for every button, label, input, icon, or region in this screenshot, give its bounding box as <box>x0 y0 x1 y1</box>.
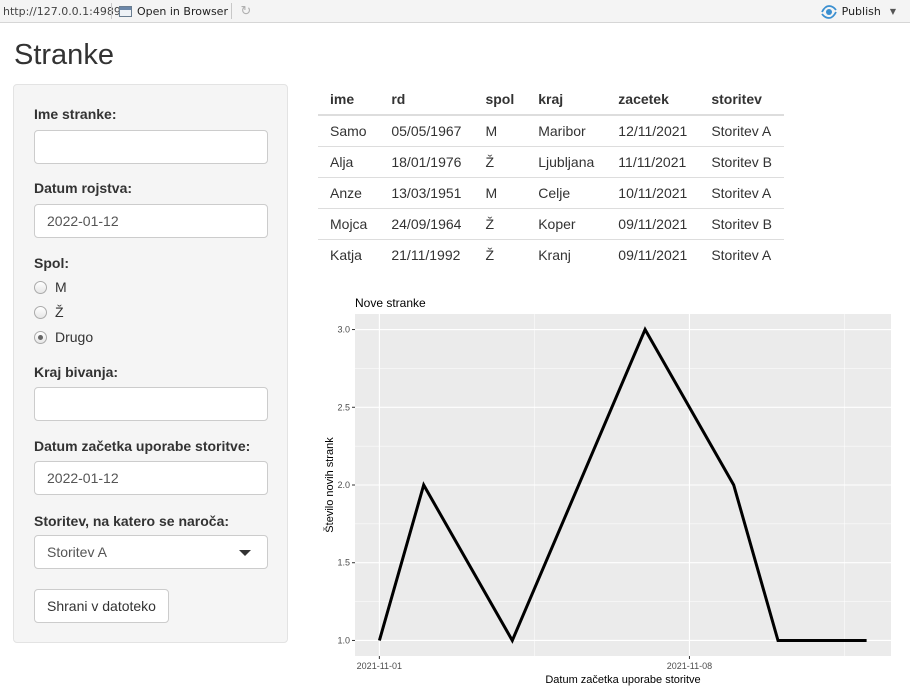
publish-label: Publish <box>841 5 881 18</box>
table-cell: 21/11/1992 <box>391 246 461 263</box>
caret-down-icon[interactable]: ▼ <box>890 7 896 16</box>
table-cell: M <box>473 177 527 209</box>
table-cell: 13/03/1951 <box>379 177 474 209</box>
viewer-url[interactable]: http://127.0.0.1:4989 <box>3 5 121 18</box>
viewer-toolbar: http://127.0.0.1:4989 Open in Browser ↻ … <box>0 0 910 23</box>
table-row: Samo 05/05/1967 M Maribor 12/11/2021 Sto… <box>318 115 785 147</box>
sex-option-label: Drugo <box>55 329 94 345</box>
chevron-down-icon <box>239 550 251 556</box>
y-tick-label: 3.0 <box>337 325 350 335</box>
table-cell: 18/01/1976 <box>379 146 474 178</box>
dob-date-input[interactable]: 2022-01-12 <box>34 204 268 238</box>
table-cell: Storitev B <box>699 208 785 240</box>
radio-button[interactable] <box>34 280 47 294</box>
radio-button[interactable] <box>34 305 47 319</box>
sex-option-m[interactable]: M <box>34 279 67 295</box>
name-input[interactable] <box>34 130 268 164</box>
sex-option-z[interactable]: Ž <box>34 304 64 320</box>
start-date-input[interactable]: 2022-01-12 <box>34 461 268 495</box>
table-cell: Katja <box>330 246 362 263</box>
clients-table: ime rd spol kraj zacetek storitev Samo 0… <box>318 84 785 270</box>
sex-option-label: Ž <box>55 304 64 320</box>
table-cell: 11/11/2021 <box>606 146 700 178</box>
service-selected-value: Storitev A <box>47 544 107 560</box>
dob-label: Datum rojstva: <box>34 180 133 196</box>
x-tick-label: 2021-11-01 <box>357 661 402 671</box>
x-tick-label: 2021-11-08 <box>667 661 712 671</box>
start-date-label: Datum začetka uporabe storitve: <box>34 438 251 454</box>
table-cell: Storitev A <box>699 115 785 147</box>
table-cell: 24/09/1964 <box>379 208 474 240</box>
sex-option-label: M <box>55 279 67 295</box>
open-in-browser-label: Open in Browser <box>137 5 228 18</box>
column-header: ime <box>318 84 380 116</box>
table-cell: 05/05/1967 <box>379 115 474 147</box>
sex-option-drugo[interactable]: Drugo <box>34 329 93 345</box>
table-cell: Mojca <box>318 208 380 240</box>
column-header: kraj <box>526 84 607 116</box>
column-header: rd <box>379 84 474 116</box>
table-cell: Ljubljana <box>526 146 607 178</box>
table-cell: Celje <box>526 177 607 209</box>
table-cell: Koper <box>526 208 607 240</box>
y-tick-label: 2.5 <box>337 402 350 412</box>
table-cell: 09/11/2021 <box>618 246 688 263</box>
refresh-icon[interactable]: ↻ <box>238 3 254 19</box>
table-cell: 10/11/2021 <box>606 177 700 209</box>
chart-title: Nove stranke <box>355 296 426 310</box>
save-to-file-button[interactable]: Shrani v datoteko <box>34 589 169 623</box>
table-row: Mojca 24/09/1964 Ž Koper 09/11/2021 Stor… <box>318 208 785 240</box>
table-cell: M <box>473 115 527 147</box>
service-select[interactable]: Storitev A <box>34 535 268 569</box>
table-header-row: ime rd spol kraj zacetek storitev <box>318 84 785 116</box>
y-tick-label: 1.0 <box>337 635 350 645</box>
new-clients-chart: Nove stranke 1.0 1.5 2.0 2.5 3.0 2021-11-01 2… <box>318 290 910 690</box>
table-cell: Storitev A <box>711 246 772 263</box>
service-label: Storitev, na katero se naroča: <box>34 513 230 529</box>
table-cell: Maribor <box>526 115 607 147</box>
input-sidebar: Ime stranke: Datum rojstva: 2022-01-12 S… <box>13 84 288 643</box>
table-cell: Kranj <box>538 246 571 263</box>
city-input[interactable] <box>34 387 268 421</box>
publish-button[interactable]: Publish ▼ <box>820 3 896 20</box>
publish-icon <box>820 4 837 19</box>
y-tick-label: 2.0 <box>337 480 350 490</box>
sex-label: Spol: <box>34 255 69 271</box>
table-row: Anze 13/03/1951 M Celje 10/11/2021 Stori… <box>318 177 785 209</box>
table-row: Katja 21/11/1992 Ž Kranj 09/11/2021 Stor… <box>318 239 784 270</box>
toolbar-divider <box>231 3 232 19</box>
open-in-browser-button[interactable]: Open in Browser <box>119 3 228 20</box>
table-cell: Samo <box>318 115 380 147</box>
table-cell: Storitev B <box>699 146 785 178</box>
y-axis-label: Število novih strank <box>323 437 336 533</box>
column-header: zacetek <box>606 84 700 116</box>
table-cell: 12/11/2021 <box>606 115 700 147</box>
line-chart: Nove stranke 1.01.52.02.53.0 2021-11-01 2… <box>323 296 891 686</box>
radio-button-selected[interactable] <box>34 330 47 344</box>
open-browser-icon <box>119 6 132 17</box>
column-header: spol <box>473 84 527 116</box>
table-cell: Anze <box>318 177 380 209</box>
name-label: Ime stranke: <box>34 106 117 122</box>
city-label: Kraj bivanja: <box>34 364 119 380</box>
table-cell: Ž <box>485 246 494 263</box>
y-tick-label: 1.5 <box>337 558 350 568</box>
column-header: storitev <box>699 84 785 116</box>
page-title: Stranke <box>14 39 114 71</box>
table-row: Alja 18/01/1976 Ž Ljubljana 11/11/2021 S… <box>318 146 785 178</box>
toolbar-divider <box>111 3 112 19</box>
y-axis-ticks: 1.0 1.5 2.0 2.5 3.0 <box>337 325 355 645</box>
x-axis-label: Datum začetka uporabe storitve <box>545 674 700 686</box>
table-cell: Alja <box>318 146 380 178</box>
table-cell: Storitev A <box>699 177 785 209</box>
table-cell: Ž <box>473 208 527 240</box>
table-cell: 09/11/2021 <box>606 208 700 240</box>
x-axis-ticks: 2021-11-01 2021-11-08 <box>357 656 712 671</box>
table-cell: Ž <box>473 146 527 178</box>
